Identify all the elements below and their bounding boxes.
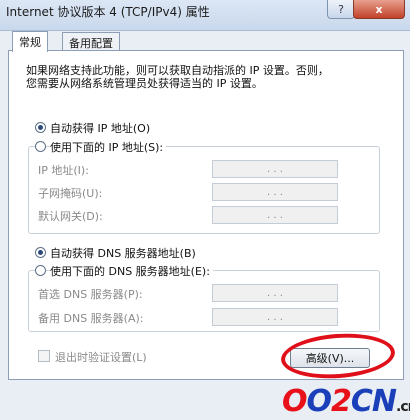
default-gateway-input[interactable]: . . . [212,206,338,224]
tab-general[interactable]: 常规 [12,31,48,52]
window-title: Internet 协议版本 4 (TCP/IPv4) 属性 [6,5,210,19]
ip-auto-label: 自动获得 IP 地址(O) [50,120,154,136]
watermark-suffix: .cn [396,399,410,415]
ip-address-input[interactable]: . . . [212,160,338,178]
site-watermark-logo: OO2CN.cn [282,384,410,419]
radio-selected-dot [38,125,43,130]
ip-manual-radio[interactable] [35,141,46,152]
description-text: 如果网络支持此功能，则可以获取自动指派的 IP 设置。否则， 您需要从网络系统管… [26,64,386,90]
subnet-mask-input[interactable]: . . . [212,183,338,201]
dns-manual-radio[interactable] [35,265,46,276]
close-button[interactable]: x [353,0,405,19]
radio-selected-dot [38,250,43,255]
tab-alternate-config[interactable]: 备用配置 [62,32,120,50]
preferred-dns-input[interactable]: . . . [212,284,338,302]
dns-manual-label: 使用下面的 DNS 服务器地址(E): [50,263,213,279]
watermark-part-1: O [282,384,307,419]
help-button[interactable]: ? [327,0,355,19]
validate-settings-label: 退出时验证设置(L) [55,351,147,364]
watermark-part-3: 2 [331,384,352,419]
description-line-2: 您需要从网络系统管理员处获得适当的 IP 设置。 [26,77,263,90]
dns-auto-label: 自动获得 DNS 服务器地址(B) [50,245,199,261]
ip-auto-radio[interactable] [35,122,46,133]
watermark-part-2: O [306,384,332,419]
subnet-mask-label: 子网掩码(U): [38,187,103,200]
ip-manual-label: 使用下面的 IP 地址(S): [50,139,167,155]
default-gateway-label: 默认网关(D): [38,210,103,223]
dns-auto-radio[interactable] [35,247,46,258]
ip-address-label: IP 地址(I): [38,164,89,177]
alternate-dns-label: 备用 DNS 服务器(A): [38,312,144,325]
alternate-dns-input[interactable]: . . . [212,308,338,326]
description-line-1: 如果网络支持此功能，则可以获取自动指派的 IP 设置。否则， [26,64,329,77]
watermark-part-4: CN [350,384,397,419]
validate-settings-checkbox[interactable] [38,350,50,362]
preferred-dns-label: 首选 DNS 服务器(P): [38,288,143,301]
